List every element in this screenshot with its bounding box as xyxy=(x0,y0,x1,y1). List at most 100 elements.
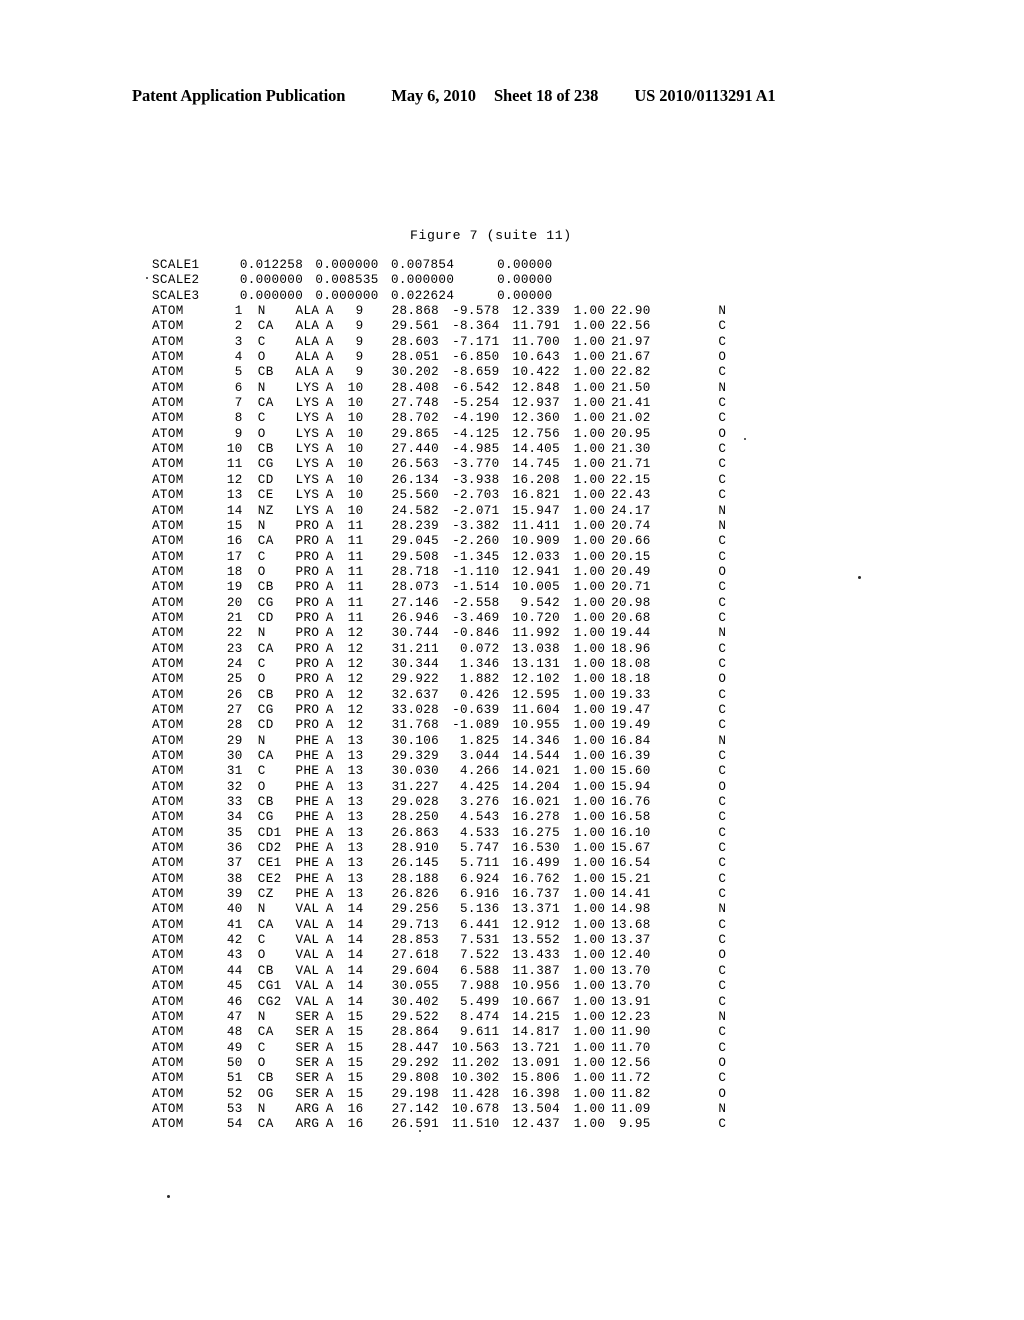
atom-serial-number: 45 xyxy=(226,979,243,994)
patent-number: US 2010/0113291 A1 xyxy=(634,86,776,105)
atom-record-name: ATOM xyxy=(152,334,184,349)
coordinate-y: 1.825 xyxy=(460,733,500,748)
temperature-factor: 11.90 xyxy=(611,1025,651,1040)
coordinate-y: -7.171 xyxy=(452,334,500,349)
residue-sequence-number: 15 xyxy=(347,1040,364,1055)
coordinate-z: 16.398 xyxy=(512,1086,560,1101)
coordinate-z: 12.912 xyxy=(512,917,560,932)
residue-name: ARG xyxy=(295,1101,320,1116)
coordinate-x: 26.591 xyxy=(391,1117,440,1132)
residue-name: SER xyxy=(295,1040,320,1055)
chain-identifier: A xyxy=(325,871,334,886)
coordinate-y: 5.136 xyxy=(460,902,500,917)
element-symbol: C xyxy=(718,810,727,825)
occupancy-value: 1.00 xyxy=(573,1009,606,1024)
coordinate-x: 28.853 xyxy=(391,933,440,948)
coordinate-x: 29.865 xyxy=(391,426,440,441)
atom-record-name: ATOM xyxy=(152,718,184,733)
coordinate-y: -1.514 xyxy=(452,580,500,595)
atom-serial-number: 46 xyxy=(226,994,243,1009)
coordinate-y: -3.382 xyxy=(452,518,500,533)
coordinate-y: 0.072 xyxy=(460,641,500,656)
atom-record-name: ATOM xyxy=(152,764,184,779)
scan-speck xyxy=(858,576,861,579)
atom-record-name: ATOM xyxy=(152,580,184,595)
element-symbol: C xyxy=(718,687,727,702)
atom-row: ATOM 22 N PRO A 12 30.744 -0.846 11.992 1.00 19.44… xyxy=(152,626,726,641)
occupancy-value: 1.00 xyxy=(573,442,606,457)
element-symbol: C xyxy=(718,795,727,810)
atom-serial-number: 15 xyxy=(226,518,243,533)
temperature-factor: 15.21 xyxy=(611,871,651,886)
element-symbol: O xyxy=(718,1086,727,1101)
chain-identifier: A xyxy=(325,887,334,902)
occupancy-value: 1.00 xyxy=(573,564,606,579)
atom-serial-number: 2 xyxy=(234,319,243,334)
atom-name: C xyxy=(257,1040,266,1055)
element-symbol: C xyxy=(718,549,727,564)
coordinate-y: 5.711 xyxy=(460,856,500,871)
element-symbol: N xyxy=(718,380,727,395)
temperature-factor: 19.49 xyxy=(611,718,651,733)
temperature-factor: 21.50 xyxy=(611,380,651,395)
coordinate-z: 14.021 xyxy=(512,764,560,779)
atom-row: ATOM 18 O PRO A 11 28.718 -1.110 12.941 1.00 20.49… xyxy=(152,565,726,580)
residue-sequence-number: 13 xyxy=(347,733,364,748)
atom-row: ATOM 27 CG PRO A 12 33.028 -0.639 11.604 1.00 19.4… xyxy=(152,703,726,718)
coordinate-z: 14.346 xyxy=(512,733,560,748)
coordinate-x: 29.329 xyxy=(391,749,440,763)
chain-identifier: A xyxy=(325,933,334,948)
occupancy-value: 1.00 xyxy=(573,1055,606,1070)
atom-record-name: ATOM xyxy=(152,656,184,671)
atom-name: C xyxy=(257,656,266,671)
atom-row: ATOM 30 CA PHE A 13 29.329 3.044 14.544 1.00 16.39… xyxy=(152,749,726,764)
coordinate-x: 27.142 xyxy=(391,1101,440,1116)
coordinate-y: 4.543 xyxy=(460,810,500,825)
occupancy-value: 1.00 xyxy=(573,426,606,441)
chain-identifier: A xyxy=(325,472,334,487)
residue-name: PRO xyxy=(295,564,320,579)
chain-identifier: A xyxy=(325,825,334,840)
atom-serial-number: 37 xyxy=(226,856,243,871)
atom-serial-number: 41 xyxy=(226,917,243,932)
coordinate-z: 12.033 xyxy=(512,549,560,564)
residue-sequence-number: 10 xyxy=(347,457,364,472)
chain-identifier: A xyxy=(325,365,334,380)
chain-identifier: A xyxy=(325,702,334,717)
element-symbol: C xyxy=(718,994,727,1009)
residue-sequence-number: 11 xyxy=(347,595,364,610)
coordinate-y: -3.469 xyxy=(452,610,500,625)
atom-serial-number: 43 xyxy=(226,948,243,963)
atom-row: ATOM 9 O LYS A 10 29.865 -4.125 12.756 1.00 20.95 O xyxy=(152,427,726,442)
chain-identifier: A xyxy=(325,488,334,503)
chain-identifier: A xyxy=(325,795,334,810)
occupancy-value: 1.00 xyxy=(573,334,606,349)
element-symbol: N xyxy=(718,1009,727,1024)
chain-identifier: A xyxy=(325,979,334,994)
patent-header: Patent Application Publication May 6, 20… xyxy=(132,86,892,110)
coordinate-z: 10.955 xyxy=(512,718,560,733)
residue-sequence-number: 9 xyxy=(355,350,364,365)
residue-name: PHE xyxy=(295,887,320,902)
atom-name: CG xyxy=(257,457,274,472)
occupancy-value: 1.00 xyxy=(573,549,606,564)
chain-identifier: A xyxy=(325,841,334,856)
element-symbol: C xyxy=(718,841,727,856)
residue-sequence-number: 13 xyxy=(347,810,364,825)
atom-row: ATOM 37 CE1 PHE A 13 26.145 5.711 16.499 1.00 16.5… xyxy=(152,856,726,871)
temperature-factor: 12.40 xyxy=(611,948,651,963)
residue-name: PRO xyxy=(295,672,320,687)
coordinate-x: 26.826 xyxy=(391,887,440,902)
atom-name: N xyxy=(257,626,266,641)
coordinate-x: 29.713 xyxy=(391,917,440,932)
scale-value-4: 0.00000 xyxy=(497,288,553,303)
atom-record-name: ATOM xyxy=(152,411,184,426)
residue-name: PHE xyxy=(295,825,320,840)
atom-serial-number: 10 xyxy=(226,442,243,457)
residue-name: ALA xyxy=(295,365,320,380)
atom-name: O xyxy=(257,948,266,963)
coordinate-z: 16.530 xyxy=(512,841,560,856)
residue-name: SER xyxy=(295,1055,320,1070)
coordinate-x: 30.202 xyxy=(391,365,440,380)
residue-name: PHE xyxy=(295,795,320,810)
